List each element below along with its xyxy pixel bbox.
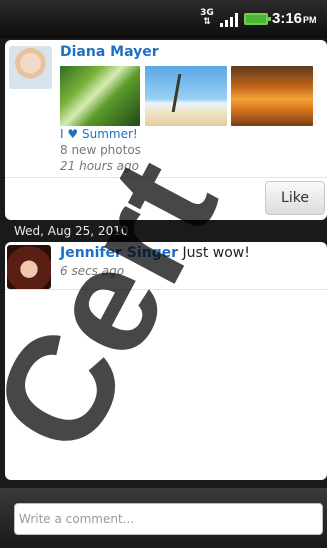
album-title-suffix: Summer! xyxy=(81,127,138,141)
clock-time: 3:16 xyxy=(272,10,303,27)
clock-ampm: PM xyxy=(303,15,317,25)
divider xyxy=(5,177,327,178)
comments-card xyxy=(5,242,327,480)
divider xyxy=(5,289,327,290)
comment: Jennifer Singer Just wow! xyxy=(60,245,250,261)
like-button[interactable]: Like xyxy=(265,181,325,215)
network-type-label: 3G xyxy=(200,8,214,18)
album-title[interactable]: I ♥ Summer! xyxy=(60,127,138,141)
comment-timestamp: 6 secs ago xyxy=(60,264,125,278)
post-timestamp: 21 hours ago xyxy=(60,159,139,173)
network-3g-icon: 3G ⇅ xyxy=(200,8,214,27)
poster-avatar[interactable] xyxy=(9,46,52,89)
comment-text: Just wow! xyxy=(182,245,250,261)
commenter-avatar[interactable] xyxy=(7,245,51,289)
heart-icon: ♥ xyxy=(67,127,79,141)
poster-name[interactable]: Diana Mayer xyxy=(60,44,159,60)
photo-count: 8 new photos xyxy=(60,143,141,157)
album-title-prefix: I xyxy=(60,127,64,141)
photo-thumbnail[interactable] xyxy=(145,66,227,126)
status-bar: 3G ⇅ 3:16PM xyxy=(0,0,327,38)
date-header: Wed, Aug 25, 2010 xyxy=(0,222,327,242)
comment-input[interactable] xyxy=(14,503,323,535)
commenter-name[interactable]: Jennifer Singer xyxy=(60,245,178,261)
battery-icon xyxy=(244,13,271,25)
photo-thumbnail[interactable] xyxy=(231,66,313,126)
clock: 3:16PM xyxy=(272,10,317,27)
signal-strength-icon xyxy=(220,13,238,27)
photo-thumbnail[interactable] xyxy=(60,66,140,126)
